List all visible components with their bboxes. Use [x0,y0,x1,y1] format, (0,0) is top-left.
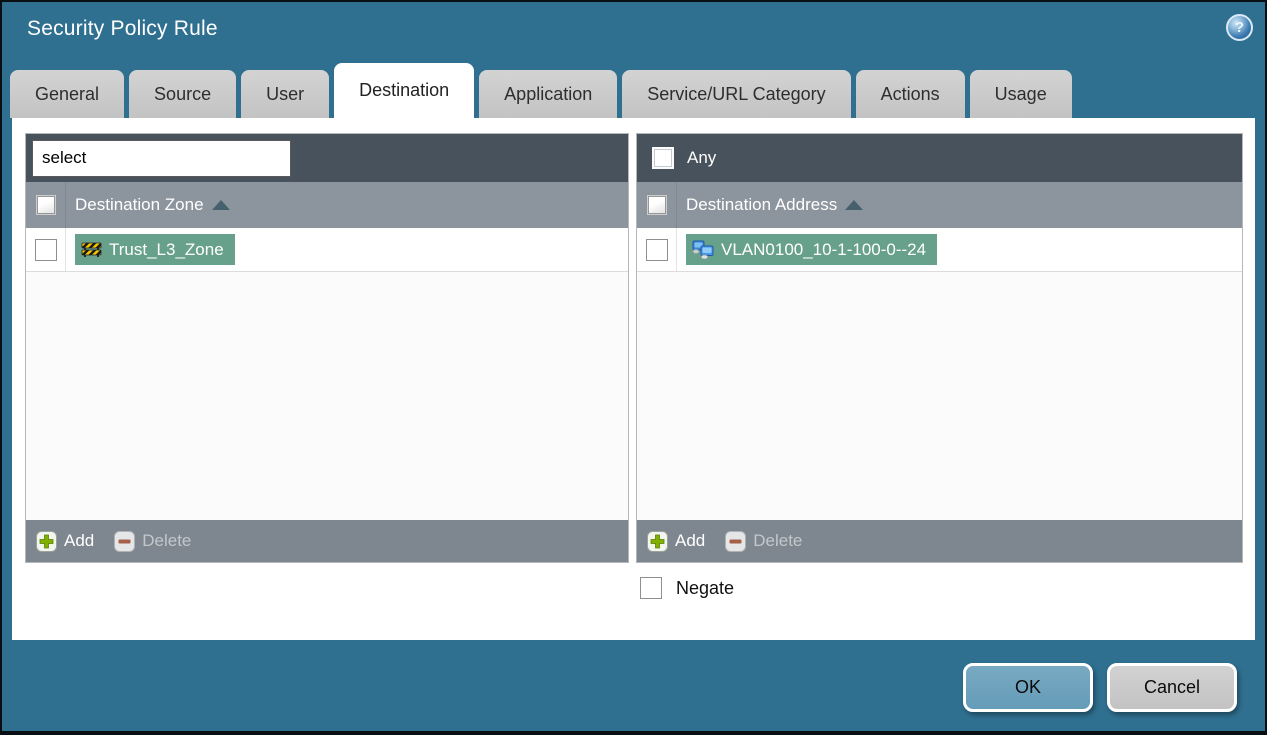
zone-panel-toolbar: select [26,134,628,182]
zone-item[interactable]: Trust_L3_Zone [75,234,235,265]
zone-table-body: Trust_L3_Zone [26,228,628,520]
delete-minus-icon [114,530,136,552]
destination-zone-panel: select Destination Zone Trust_L3_Zone Ad… [25,133,629,563]
tab-application[interactable]: Application [479,70,618,118]
address-add-label: Add [675,531,706,550]
tab-general[interactable]: General [10,70,125,118]
zone-column-header[interactable]: Destination Zone [75,195,204,215]
address-table-header: Destination Address [637,182,1242,228]
add-plus-icon [36,530,57,552]
zone-item-label: Trust_L3_Zone [109,239,224,259]
address-delete-label: Delete [753,531,803,550]
zone-delete-button[interactable]: Delete [114,530,192,552]
address-panel-toolbar: Any [637,134,1242,182]
address-row-checkbox[interactable] [645,238,668,261]
any-checkbox[interactable] [652,147,674,169]
add-plus-icon [647,530,668,552]
zone-table-header: Destination Zone [26,182,628,228]
zone-panel-footer: Add Delete [26,520,628,562]
zone-select-dropdown[interactable]: select [32,139,291,177]
negate-option: Negate [640,577,734,599]
table-row: VLAN0100_10-1-100-0--24 [637,228,1242,272]
address-item-label: VLAN0100_10-1-100-0--24 [721,239,927,259]
sort-ascending-icon [845,200,864,210]
address-item[interactable]: VLAN0100_10-1-100-0--24 [686,234,938,265]
sort-ascending-icon [211,200,230,210]
address-select-all-checkbox[interactable] [647,196,666,214]
zone-add-button[interactable]: Add [36,530,95,552]
tab-destination[interactable]: Destination [334,63,475,118]
address-icon [692,240,714,259]
address-table-body: VLAN0100_10-1-100-0--24 [637,228,1242,520]
address-delete-button[interactable]: Delete [725,530,803,552]
zone-delete-label: Delete [142,531,192,550]
tab-actions[interactable]: Actions [855,70,965,118]
table-row: Trust_L3_Zone [26,228,628,272]
help-icon[interactable]: ? [1226,14,1253,41]
zone-add-label: Add [64,531,95,550]
negate-label: Negate [676,577,735,598]
tab-user[interactable]: User [241,70,330,118]
negate-checkbox[interactable] [640,577,662,599]
ok-button[interactable]: OK [963,663,1093,712]
cancel-button[interactable]: Cancel [1107,663,1237,712]
tab-bar: General Source User Destination Applicat… [10,63,1072,118]
zone-select-value: select [42,148,87,167]
any-label: Any [687,148,717,167]
address-panel-footer: Add Delete [637,520,1242,562]
zone-row-checkbox[interactable] [34,238,57,261]
destination-address-panel: Any Destination Address VLAN0100_10-1-10… [636,133,1243,563]
address-column-header[interactable]: Destination Address [686,195,837,215]
address-add-button[interactable]: Add [647,530,706,552]
tab-usage[interactable]: Usage [969,70,1072,118]
dialog-title: Security Policy Rule [27,17,218,40]
delete-minus-icon [725,530,747,552]
tab-service-url-category[interactable]: Service/URL Category [622,70,851,118]
zone-select-all-checkbox[interactable] [36,196,55,214]
zone-icon [81,241,102,258]
security-policy-rule-dialog: Security Policy Rule ? General Source Us… [0,0,1267,735]
tab-source[interactable]: Source [129,70,237,118]
